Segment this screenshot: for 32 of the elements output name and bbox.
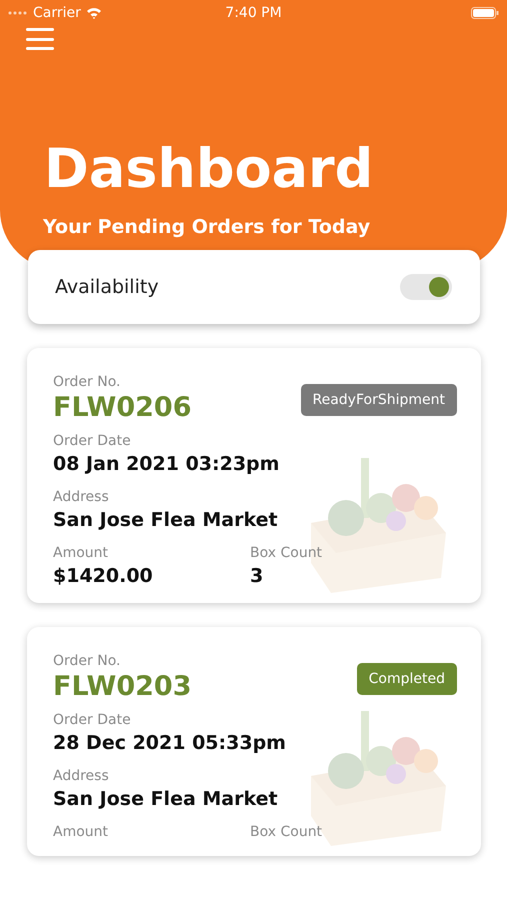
field-label: Order No. <box>53 653 122 669</box>
order-date: 08 Jan 2021 03:23pm <box>53 453 280 475</box>
field-label: Address <box>53 768 110 784</box>
order-number: FLW0203 <box>53 671 192 702</box>
box-count: 3 <box>250 565 264 587</box>
signal-icon <box>8 11 28 15</box>
status-badge: ReadyForShipment <box>300 384 457 416</box>
availability-toggle[interactable] <box>400 274 452 300</box>
page-title: Dashboard <box>44 142 374 196</box>
order-card[interactable]: Order No. FLW0206 ReadyForShipment Order Date 08 Jan 2021 03:23pm Address San Jose Flea Market Amount $1420.00 Box Count 3 <box>27 348 481 603</box>
field-label: Amount <box>53 545 110 561</box>
order-address: San Jose Flea Market <box>53 788 279 810</box>
clock-time: 7:40 PM <box>225 5 282 21</box>
status-badge: Completed <box>356 663 457 695</box>
field-label: Address <box>53 489 110 505</box>
order-card[interactable]: Order No. FLW0203 Completed Order Date 28 Dec 2021 05:33pm Address San Jose Flea Market Amount Box Count <box>27 627 481 856</box>
field-label: Box Count <box>250 824 324 840</box>
menu-button[interactable] <box>26 28 54 50</box>
order-amount: $1420.00 <box>53 565 154 587</box>
page-subtitle: Your Pending Orders for Today <box>43 216 372 238</box>
field-label: Order Date <box>53 433 132 449</box>
field-label: Order No. <box>53 374 122 390</box>
wifi-icon <box>86 7 102 19</box>
order-date: 28 Dec 2021 05:33pm <box>53 732 287 754</box>
order-address: San Jose Flea Market <box>53 509 279 531</box>
battery-icon <box>471 7 499 19</box>
availability-label: Availability <box>55 276 159 298</box>
field-label: Order Date <box>53 712 132 728</box>
field-label: Box Count <box>250 545 324 561</box>
order-number: FLW0206 <box>53 392 192 423</box>
carrier-label: Carrier <box>33 5 81 21</box>
field-label: Amount <box>53 824 110 840</box>
